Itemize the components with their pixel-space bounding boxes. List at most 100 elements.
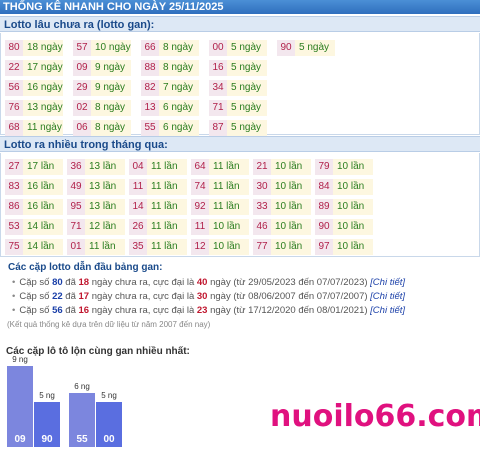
- lotto-number: 83: [5, 179, 23, 195]
- lotto-number: 71: [67, 219, 85, 235]
- lotto-count: 10 lần: [333, 199, 373, 215]
- lotto-count: 5 ngày: [227, 40, 267, 56]
- lotto-count: 11 lần: [147, 239, 187, 255]
- lotto-count: 10 lần: [271, 219, 311, 235]
- lotto-count: 16 lần: [23, 179, 63, 195]
- lotto-number: 97: [315, 239, 333, 255]
- brand-logo-text[interactable]: nuoilo66.com: [270, 399, 480, 434]
- often-cell: 46 10 lần: [253, 219, 311, 235]
- lotto-count: 11 lần: [147, 179, 187, 195]
- often-cell: 95 13 lần: [67, 199, 125, 215]
- bar-label: 00: [103, 434, 115, 445]
- gan-cell: 06 8 ngày: [73, 120, 141, 136]
- lotto-count: 17 ngày: [23, 60, 63, 76]
- gan-cell: 13 6 ngày: [141, 100, 209, 116]
- gan-cell: 34 5 ngày: [209, 80, 277, 96]
- lotto-count: 11 ngày: [23, 120, 63, 136]
- gan-cell: 16 5 ngày: [209, 60, 277, 76]
- gan-cell: 88 8 ngày: [141, 60, 209, 76]
- often-cell: 30 10 lần: [253, 179, 311, 195]
- pair-item: Cặp số 56 đã 16 ngày chưa ra, cực đại là…: [12, 304, 405, 318]
- detail-link[interactable]: [Chi tiết]: [370, 291, 405, 302]
- bar-value-label: 9 ng: [12, 355, 28, 364]
- often-cell: 92 11 lần: [191, 199, 249, 215]
- pair-text: Cặp số: [19, 291, 53, 302]
- lotto-number: 06: [73, 120, 91, 136]
- lotto-number: 09: [73, 60, 91, 76]
- lotto-number: 74: [191, 179, 209, 195]
- pair-text: Cặp số: [19, 277, 53, 288]
- gan-cell: 09 9 ngày: [73, 60, 141, 76]
- lotto-count: 10 lần: [271, 199, 311, 215]
- gan-cell: 66 8 ngày: [141, 40, 209, 56]
- lotto-number: 80: [5, 40, 23, 56]
- gan-cell: 29 9 ngày: [73, 80, 141, 96]
- detail-link[interactable]: [Chi tiết]: [370, 277, 405, 288]
- often-cell: 90 10 lần: [315, 219, 373, 235]
- lotto-number: 13: [141, 100, 159, 116]
- lotto-number: 21: [253, 159, 271, 175]
- lotto-number: 75: [5, 239, 23, 255]
- lotto-count: 11 lần: [85, 239, 125, 255]
- often-cell: 84 10 lần: [315, 179, 373, 195]
- empty-cell: [277, 60, 345, 76]
- lotto-number: 49: [67, 179, 85, 195]
- lotto-count: 13 ngày: [23, 100, 63, 116]
- pair-text: ngày chưa ra, cực đại là: [89, 291, 197, 302]
- gan-grid: 80 18 ngày 57 10 ngày 66 8 ngày 00 5 ngày 90 5 ng…: [5, 40, 345, 136]
- lotto-count: 14 lần: [23, 239, 63, 255]
- lotto-number: 22: [5, 60, 23, 76]
- lotto-count: 10 lần: [333, 219, 373, 235]
- lotto-count: 14 lần: [23, 219, 63, 235]
- lotto-count: 17 lần: [23, 159, 63, 175]
- often-cell: 01 11 lần: [67, 239, 125, 255]
- lotto-count: 11 lần: [147, 219, 187, 235]
- bar-value-label: 6 ng: [74, 382, 90, 391]
- empty-cell: [277, 120, 345, 136]
- lotto-count: 11 lần: [147, 199, 187, 215]
- lotto-count: 10 lần: [209, 219, 249, 235]
- page-title: THỐNG KÊ NHANH CHO NGÀY 25/11/2025: [0, 0, 480, 14]
- lotto-count: 6 ngày: [159, 100, 199, 116]
- often-cell: 33 10 lần: [253, 199, 311, 215]
- lotto-count: 13 lần: [85, 159, 125, 175]
- lotto-number: 55: [141, 120, 159, 136]
- lotto-number: 79: [315, 159, 333, 175]
- lotto-number: 14: [129, 199, 147, 215]
- lotto-number: 71: [209, 100, 227, 116]
- often-cell: 49 13 lần: [67, 179, 125, 195]
- section-often-title: Lotto ra nhiều trong tháng qua:: [0, 136, 480, 152]
- often-cell: 86 16 lần: [5, 199, 63, 215]
- lotto-number: 57: [73, 40, 91, 56]
- data-note: (Kết quả thống kê dựa trên dữ liệu từ nă…: [7, 320, 211, 329]
- lotto-number: 36: [67, 159, 85, 175]
- gan-cell: 56 16 ngày: [5, 80, 73, 96]
- lotto-count: 6 ngày: [159, 120, 199, 136]
- lotto-count: 11 lần: [209, 199, 249, 215]
- pair-text: 56: [52, 305, 63, 316]
- gan-cell: 76 13 ngày: [5, 100, 73, 116]
- often-cell: 71 12 lần: [67, 219, 125, 235]
- pair-text: Cặp số: [19, 305, 53, 316]
- empty-cell: [277, 100, 345, 116]
- lotto-number: 88: [141, 60, 159, 76]
- often-grid: 27 17 lần 36 13 lần 04 11 lần 64 11 lần 21 10 lần…: [5, 159, 373, 255]
- lotto-count: 11 lần: [147, 159, 187, 175]
- often-cell: 27 17 lần: [5, 159, 63, 175]
- lotto-number: 35: [129, 239, 147, 255]
- lotto-number: 64: [191, 159, 209, 175]
- lotto-number: 02: [73, 100, 91, 116]
- lotto-count: 10 lần: [333, 239, 373, 255]
- pair-text: 17: [78, 291, 90, 302]
- often-cell: 77 10 lần: [253, 239, 311, 255]
- gan-cell: 00 5 ngày: [209, 40, 277, 56]
- bar-00: 00: [96, 402, 122, 447]
- detail-link[interactable]: [Chi tiết]: [370, 305, 405, 316]
- lotto-number: 34: [209, 80, 227, 96]
- pairs-list: Cặp số 80 đã 18 ngày chưa ra, cực đại là…: [12, 276, 405, 318]
- lotto-count: 13 lần: [85, 179, 125, 195]
- lotto-number: 56: [5, 80, 23, 96]
- lotto-count: 5 ngày: [227, 120, 267, 136]
- lotto-count: 16 lần: [23, 199, 63, 215]
- lotto-count: 9 ngày: [91, 60, 131, 76]
